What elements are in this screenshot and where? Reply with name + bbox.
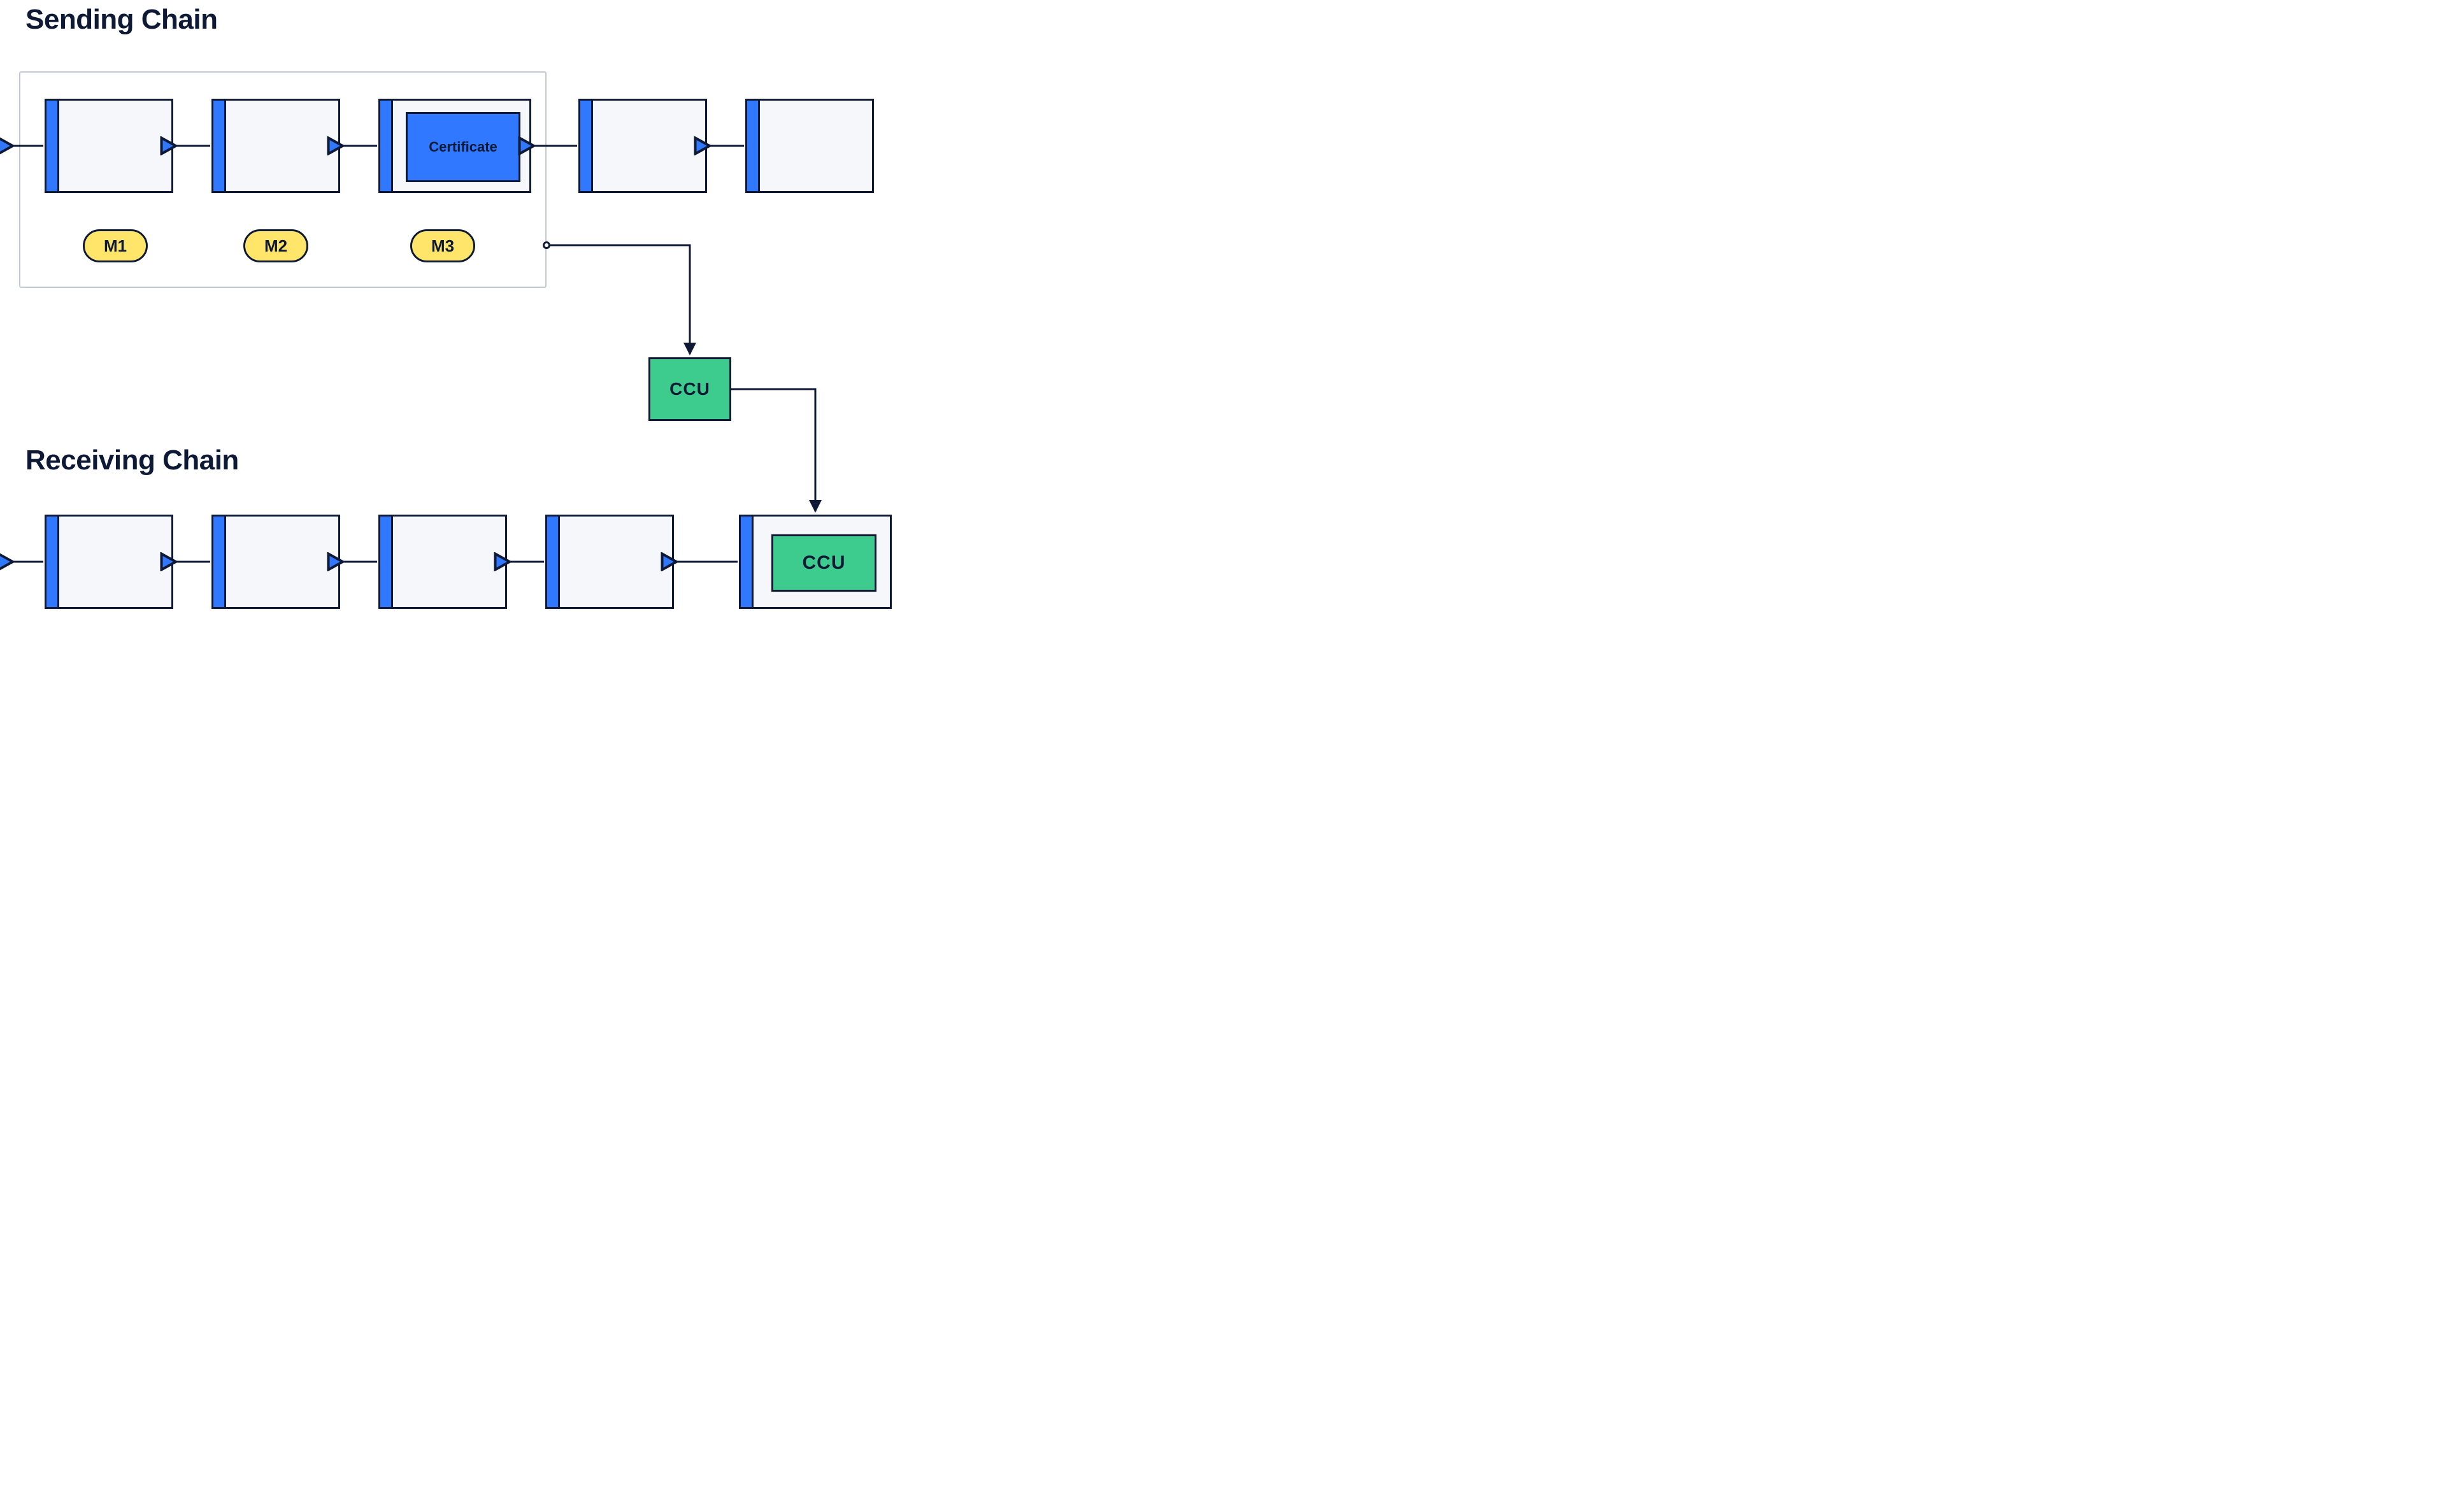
receiving-block-2 [211,515,340,609]
sending-block-3: Certificate [378,99,531,193]
block-stripe-icon [213,101,226,191]
block-stripe-icon [46,517,59,607]
block-stripe-icon [46,101,59,191]
message-pill-m2: M2 [243,229,308,262]
certificate-box: Certificate [406,112,520,182]
message-pill-m3: M3 [410,229,475,262]
block-stripe-icon [747,101,760,191]
ccu-box: CCU [648,357,731,421]
sending-block-4 [578,99,707,193]
message-pill-m1: M1 [83,229,148,262]
sending-chain-heading: Sending Chain [25,4,218,36]
receiving-block-4 [545,515,674,609]
sending-block-5 [745,99,874,193]
sending-block-2 [211,99,340,193]
receiving-block-1 [45,515,173,609]
ccu-inner-box: CCU [771,534,876,592]
receiving-chain-heading: Receiving Chain [25,445,239,476]
receiving-block-5: CCU [739,515,892,609]
block-stripe-icon [741,517,754,607]
receiving-block-3 [378,515,507,609]
block-stripe-icon [213,517,226,607]
block-stripe-icon [380,517,393,607]
block-stripe-icon [580,101,593,191]
diagram-canvas: Sending Chain Certificate M1 M2 M3 CCU R… [0,0,991,613]
block-stripe-icon [380,101,393,191]
connection-dot-icon [543,241,550,249]
block-stripe-icon [547,517,560,607]
sending-block-1 [45,99,173,193]
